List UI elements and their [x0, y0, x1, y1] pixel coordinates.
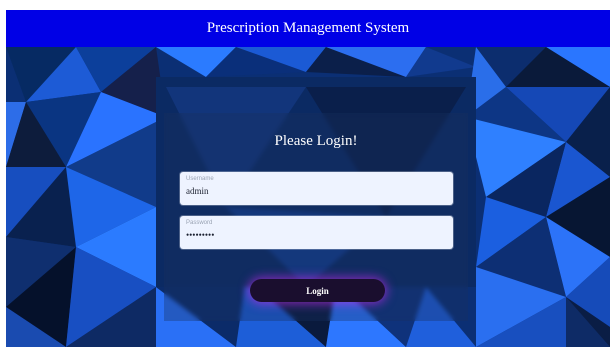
username-label: Username: [186, 176, 214, 182]
login-button[interactable]: Login: [250, 279, 385, 302]
password-field[interactable]: Password •••••••••: [180, 216, 453, 249]
login-panel: Please Login! Username admin Password ••…: [164, 113, 468, 321]
app-title: Prescription Management System: [206, 20, 410, 36]
password-value: •••••••••: [186, 230, 215, 240]
app-window: Prescription Management System Please Lo…: [0, 0, 611, 352]
password-label: Password: [186, 220, 213, 226]
username-field[interactable]: Username admin: [180, 172, 453, 205]
window-top-edge: [0, 0, 611, 10]
login-title: Please Login!: [274, 133, 358, 149]
background-pattern: Please Login! Username admin Password ••…: [6, 47, 610, 347]
username-value: admin: [186, 186, 209, 196]
app-header: Prescription Management System: [6, 10, 610, 47]
